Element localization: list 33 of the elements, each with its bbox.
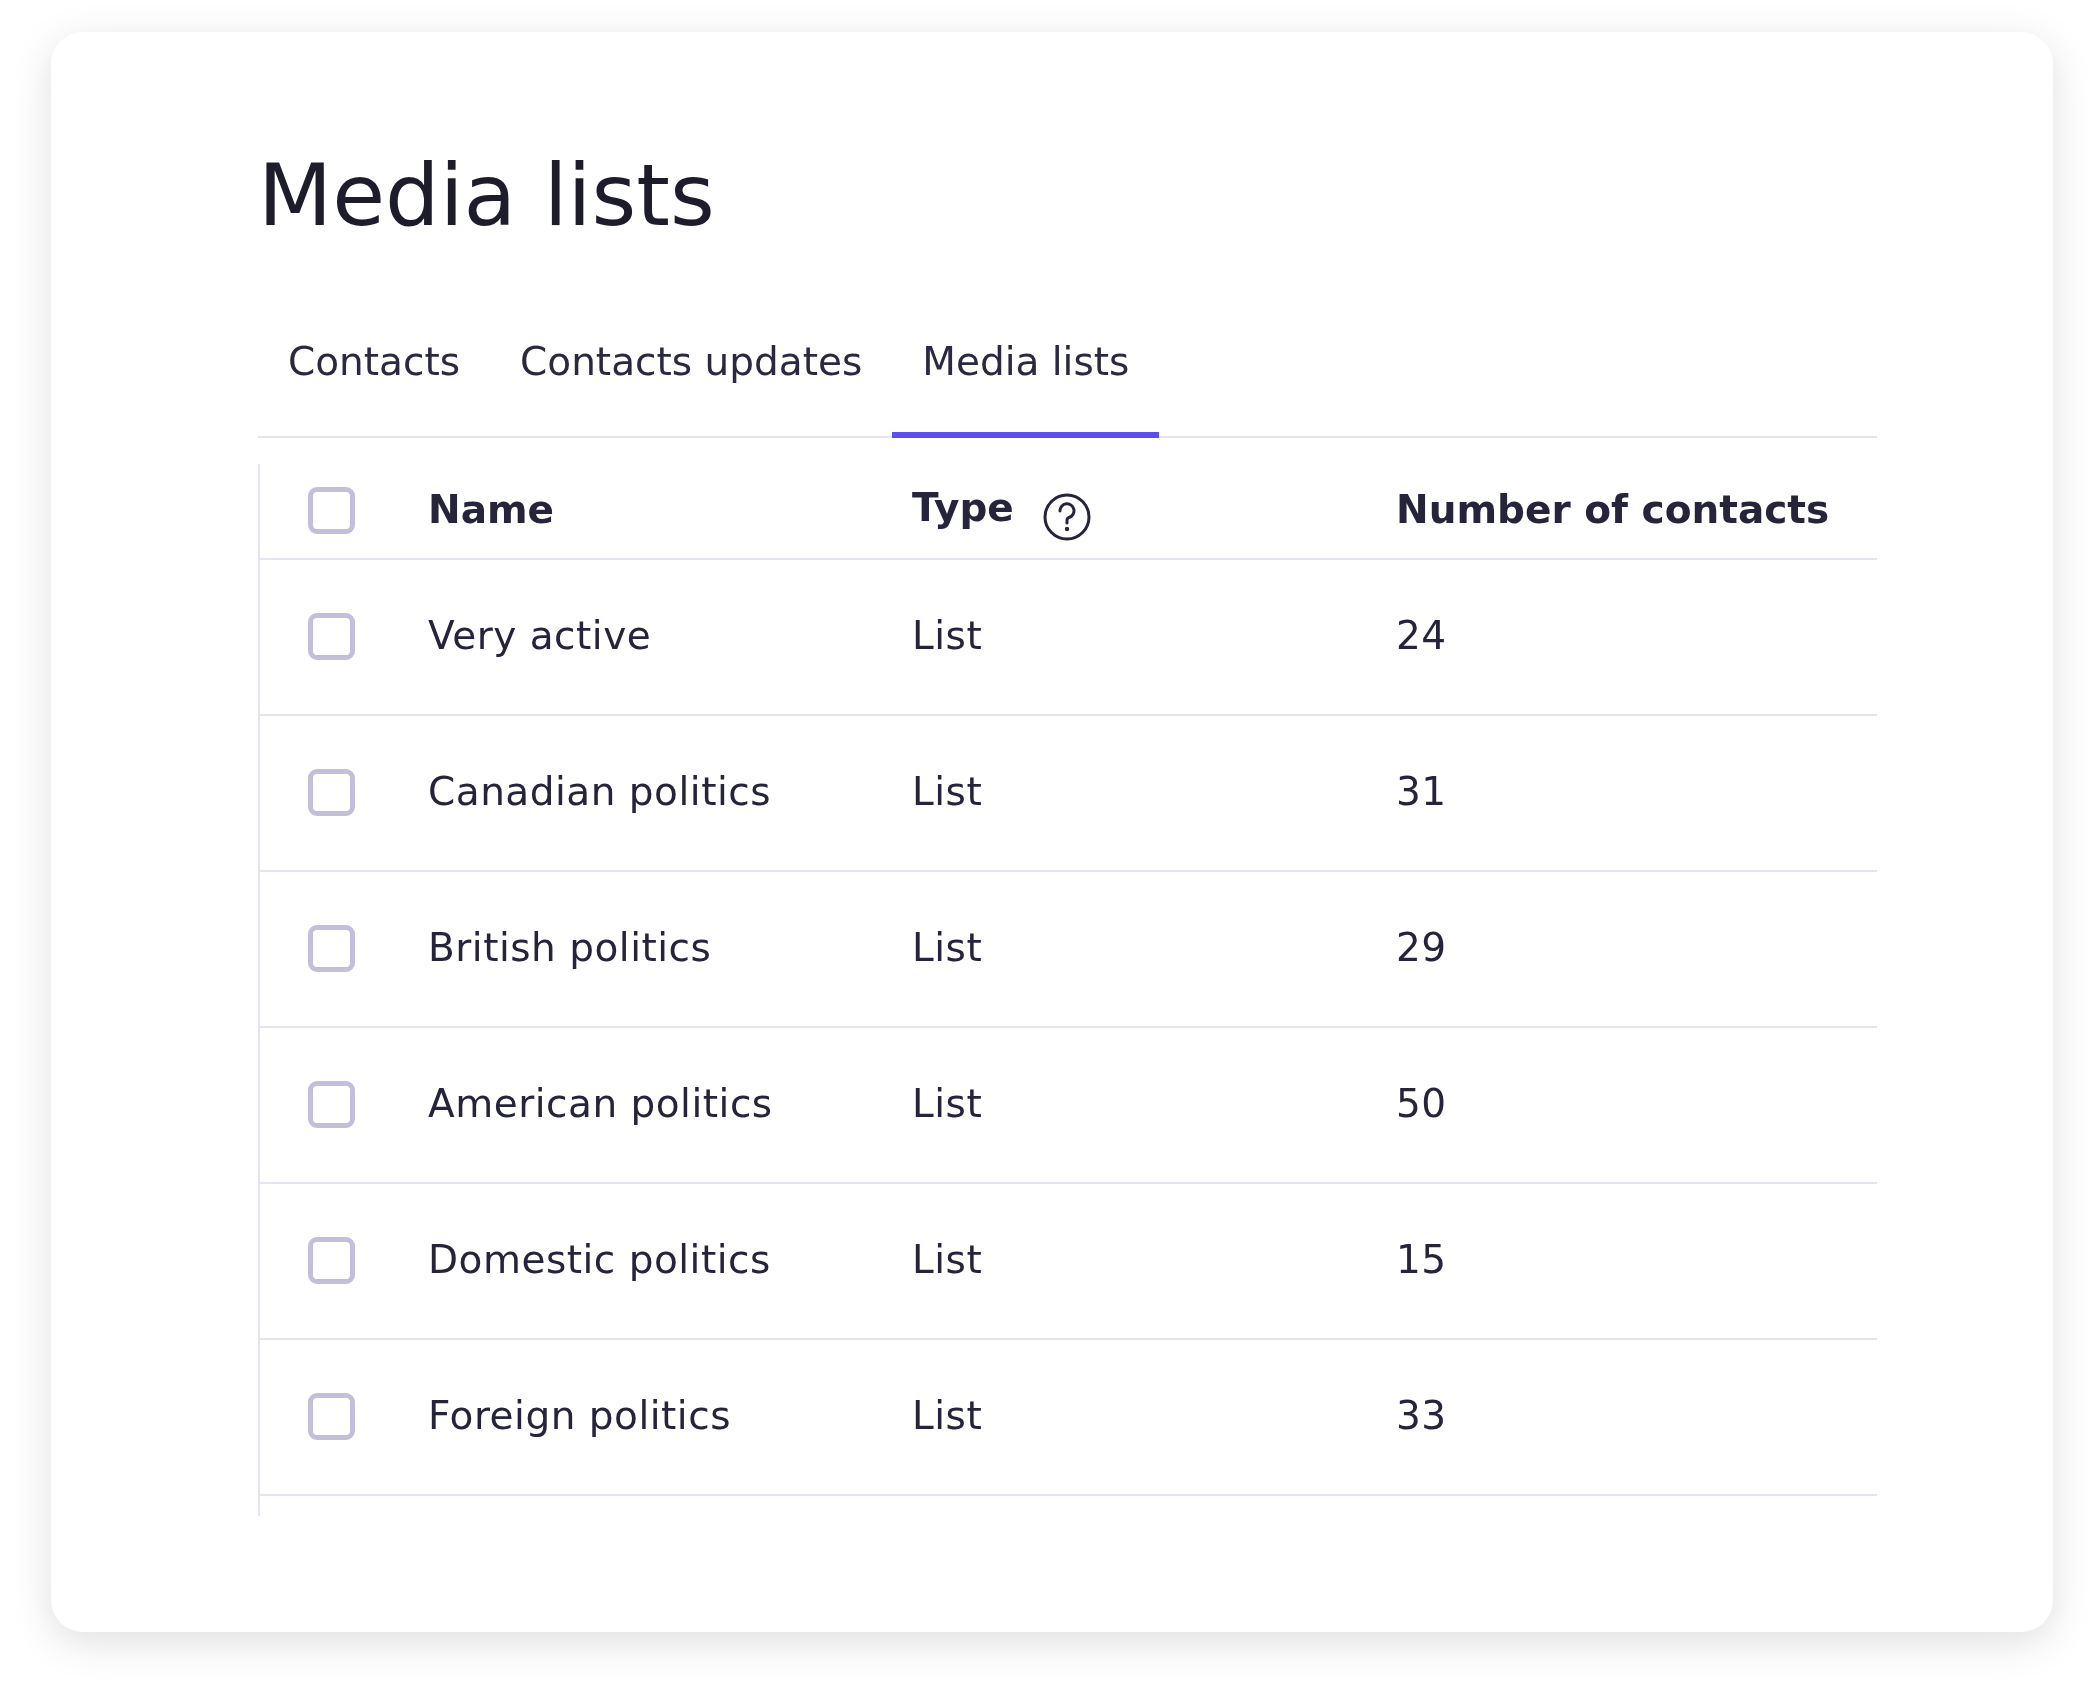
checkbox[interactable] (308, 613, 355, 660)
table-cell: Canadian politics (428, 769, 772, 815)
tab[interactable]: Contacts updates (490, 333, 893, 438)
table-cell: American politics (428, 1081, 773, 1127)
page-title: Media lists (258, 152, 716, 238)
table-cell: Very active (428, 613, 652, 659)
help-icon[interactable] (1041, 491, 1092, 542)
table-cell: Foreign politics (428, 1393, 731, 1439)
table-cell: List (912, 613, 983, 659)
table-cell: 33 (1396, 1393, 1447, 1439)
checkbox[interactable] (308, 1393, 355, 1440)
checkbox[interactable] (308, 487, 355, 534)
table-cell: List (912, 925, 983, 971)
checkbox[interactable] (308, 925, 355, 972)
tab[interactable]: Media lists (892, 333, 1160, 438)
table-cell: List (912, 1237, 983, 1283)
table-cell: 31 (1396, 769, 1447, 815)
table-cell: 50 (1396, 1081, 1447, 1127)
table-cell: Domestic politics (428, 1237, 771, 1283)
checkbox[interactable] (308, 1237, 355, 1284)
table-cell: 15 (1396, 1237, 1447, 1283)
column-header: Name (428, 487, 555, 533)
checkbox[interactable] (308, 1081, 355, 1128)
table-cell: British politics (428, 925, 712, 971)
checkbox[interactable] (308, 769, 355, 816)
column-header: Number of contacts (1396, 487, 1830, 533)
table-cell: 29 (1396, 925, 1447, 971)
table-cell: List (912, 1081, 983, 1127)
table-cell: List (912, 769, 983, 815)
table-cell: 24 (1396, 613, 1447, 659)
column-header: Type (912, 485, 1014, 531)
table-cell: List (912, 1393, 983, 1439)
tab[interactable]: Contacts (258, 333, 491, 438)
